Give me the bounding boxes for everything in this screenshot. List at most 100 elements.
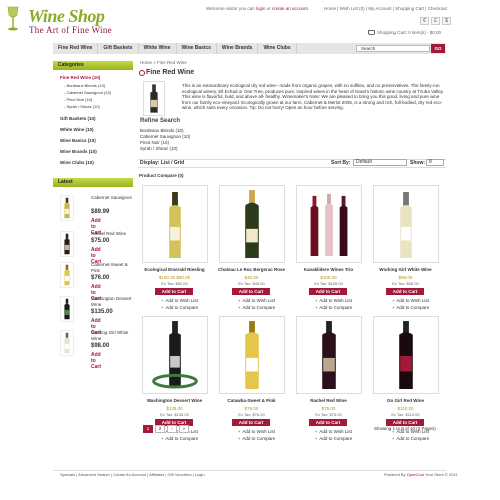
latest-item-name[interactable]: Cabernet-Sweet & Pink — [91, 262, 136, 274]
add-to-wishlist-link[interactable]: Add to Wish List — [392, 298, 429, 303]
subcategory-cabernet[interactable]: - Cabernet Sauvignon (10) — [64, 90, 111, 95]
cart-summary[interactable]: Shopping Cart: 0 item(s) - $0.00 — [368, 30, 441, 36]
page-2-button[interactable]: 2 — [155, 425, 165, 433]
last-page-button[interactable]: » — [179, 425, 189, 433]
product-ex-tax: Ex Tax: $75.00 — [315, 412, 342, 417]
add-to-cart-button[interactable]: Add to Cart — [386, 288, 424, 295]
add-to-compare-link[interactable]: Add to Compare — [315, 436, 352, 441]
category-white-wine[interactable]: White Wine (10) — [60, 127, 93, 132]
cart-icon — [368, 30, 375, 36]
product-name[interactable]: Ecological Emerald Riesling — [138, 267, 211, 272]
nav-wine-brands[interactable]: Wine Brands — [217, 43, 259, 54]
breadcrumb[interactable]: Home » Fine Red Wine — [140, 60, 187, 65]
subcategory-syrah[interactable]: - Syrah / Shiraz (10) — [64, 104, 100, 109]
add-to-compare-link[interactable]: Add to Compare — [161, 436, 198, 441]
nav-white-wine[interactable]: White Wine — [139, 43, 177, 54]
product-price: $105.00 — [320, 275, 337, 280]
categories-heading: Categories — [53, 61, 133, 70]
display-toggle[interactable]: Display: List / Grid — [140, 160, 184, 166]
add-to-wishlist-link[interactable]: Add to Wish List — [315, 298, 352, 303]
category-gift-baskets[interactable]: Gift Baskets (10) — [60, 116, 96, 121]
add-to-compare-link[interactable]: Add to Compare — [238, 305, 275, 310]
add-to-wishlist-link[interactable]: Add to Wish List — [315, 429, 352, 434]
powered-by: Powered By OpenCart Your Store © 2011 — [384, 472, 458, 477]
product-image[interactable] — [142, 316, 208, 394]
latest-item-name[interactable]: Working Girl White Wine — [91, 330, 136, 342]
category-wine-brands[interactable]: Wine Brands (10) — [60, 149, 97, 154]
currency-euro[interactable]: € — [420, 17, 429, 25]
product-compare-link[interactable]: Product Compare (0) — [139, 173, 184, 178]
add-to-wishlist-link[interactable]: Add to Wish List — [238, 429, 275, 434]
wine-bottle-image[interactable] — [60, 262, 74, 288]
latest-item-price: $135.00 — [91, 309, 113, 315]
latest-add-to-cart[interactable]: Add to Cart — [91, 352, 101, 370]
search-button[interactable]: GO — [431, 44, 445, 53]
product-image[interactable] — [219, 316, 285, 394]
product-image[interactable] — [373, 316, 439, 394]
product-name[interactable]: Kavaklidere Wines Trio — [292, 267, 365, 272]
nav-wine-clubs[interactable]: Wine Clubs — [258, 43, 297, 54]
wine-bottle-image[interactable] — [60, 330, 74, 356]
nav-fine-red-wine[interactable]: Fine Red Wine — [53, 43, 99, 54]
product-price: $98.00 — [398, 275, 413, 280]
nav-gift-baskets[interactable]: Gift Baskets — [98, 43, 139, 54]
add-to-cart-button[interactable]: Add to Cart — [155, 288, 193, 295]
add-to-compare-link[interactable]: Add to Compare — [161, 305, 198, 310]
latest-item-name[interactable]: Cabernet Sauvignon — [91, 195, 136, 201]
sort-select[interactable]: Default — [353, 159, 407, 166]
add-to-compare-link[interactable]: Add to Compare — [315, 305, 352, 310]
opencart-link[interactable]: OpenCart — [407, 472, 424, 477]
product-image[interactable] — [373, 185, 439, 263]
powered-suffix: Your Store © 2011 — [424, 472, 458, 477]
product-name[interactable]: Catawba-Sweet & Pink — [215, 398, 288, 403]
product-name[interactable]: Go Girl Red Wine — [369, 398, 442, 403]
latest-item-name[interactable]: Rachel Red Wine — [91, 231, 136, 237]
wine-glass-logo-icon — [7, 6, 19, 31]
refine-pinot-link[interactable]: Pinot Noir (10) — [140, 140, 169, 145]
create-account-link[interactable]: create an account — [272, 6, 308, 11]
wine-bottle-image[interactable] — [60, 231, 74, 257]
product-name[interactable]: Chateau Le Roc Bergerac Rose — [215, 267, 288, 272]
product-name[interactable]: Washington Dessert Wine — [138, 398, 211, 403]
add-to-wishlist-link[interactable]: Add to Wish List — [161, 298, 198, 303]
subcategory-pinot-noir[interactable]: - Pinot Noir (10) — [64, 97, 92, 102]
currency-dollar[interactable]: $ — [442, 17, 451, 25]
search-input[interactable]: Search — [356, 45, 430, 52]
refine-syrah-link[interactable]: Syrah / Shiraz (10) — [140, 146, 178, 151]
latest-item-name[interactable]: Washington Dessert Wine — [91, 296, 136, 308]
add-to-cart-button[interactable]: Add to Cart — [386, 419, 424, 426]
currency-pound[interactable]: £ — [431, 17, 440, 25]
add-to-compare-link[interactable]: Add to Compare — [392, 436, 429, 441]
product-price: $100.00 $80.00 — [158, 275, 191, 280]
product-image[interactable] — [296, 316, 362, 394]
product-name[interactable]: Rachel Red Wine — [292, 398, 365, 403]
add-to-cart-button[interactable]: Add to Cart — [309, 288, 347, 295]
category-wine-clubs[interactable]: Wine Clubs (10) — [60, 160, 94, 165]
add-to-cart-button[interactable]: Add to Cart — [309, 419, 347, 426]
show-select[interactable]: 8 — [426, 159, 444, 166]
wine-bottle-image[interactable] — [60, 195, 74, 221]
product-image[interactable] — [219, 185, 285, 263]
product-price: $110.00 — [397, 406, 414, 411]
add-to-cart-button[interactable]: Add to Cart — [232, 419, 270, 426]
next-page-button[interactable]: › — [167, 425, 177, 433]
add-to-compare-link[interactable]: Add to Compare — [392, 305, 429, 310]
product-name[interactable]: Working Girl White Wine — [369, 267, 442, 272]
category-wine-basics[interactable]: Wine Basics (10) — [60, 138, 96, 143]
add-to-wishlist-link[interactable]: Add to Wish List — [238, 298, 275, 303]
category-fine-red-wine[interactable]: Fine Red Wine (10) — [60, 75, 100, 80]
add-to-compare-link[interactable]: Add to Compare — [238, 436, 275, 441]
page-1-button[interactable]: 1 — [143, 425, 153, 433]
product-ex-tax: Ex Tax: $40.00 — [238, 281, 265, 286]
product-image[interactable] — [142, 185, 208, 263]
refine-bordeaux-link[interactable]: Bordeaux Blends (10) — [140, 128, 184, 133]
refine-cabernet-link[interactable]: Cabernet Sauvignon (10) — [140, 134, 190, 139]
top-links[interactable]: Home | Wish List (0) | My Account | Shop… — [324, 6, 447, 11]
add-to-cart-button[interactable]: Add to Cart — [232, 288, 270, 295]
nav-wine-basics[interactable]: Wine Basics — [177, 43, 217, 54]
subcategory-bordeaux[interactable]: - Bordeaux Blends (10) — [64, 83, 105, 88]
product-image[interactable] — [296, 185, 362, 263]
wine-bottle-image[interactable] — [60, 296, 74, 322]
footer-links[interactable]: Specials | Advanced Search | Create An A… — [60, 472, 205, 477]
logo-title[interactable]: Wine Shop — [28, 6, 105, 27]
